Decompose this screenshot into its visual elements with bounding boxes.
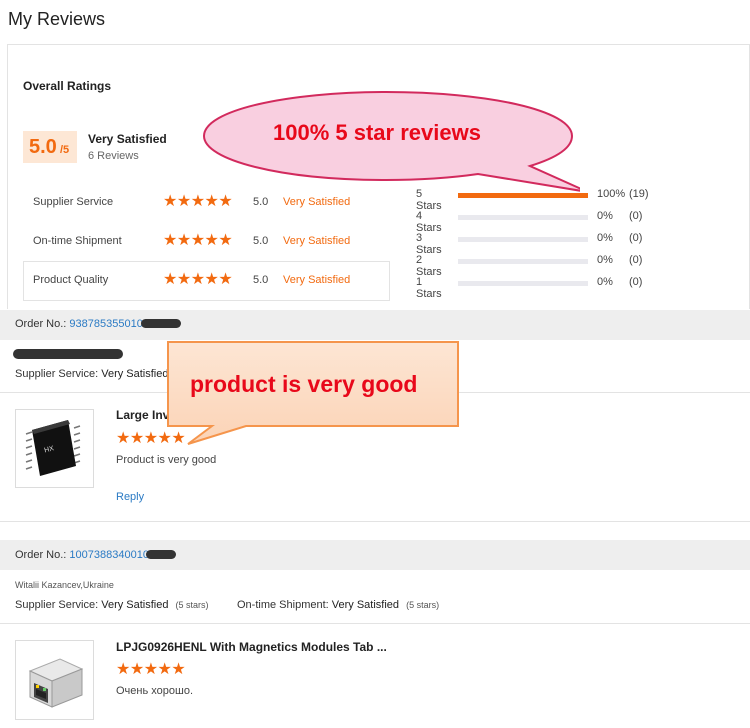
- distribution-percent: 0%: [597, 232, 613, 244]
- order-label: Order No.:: [15, 549, 67, 561]
- product-thumbnail[interactable]: HX: [15, 409, 94, 488]
- page-title: My Reviews: [8, 9, 106, 29]
- distribution-count: (0): [629, 210, 643, 222]
- shipment-value: Very Satisfied: [331, 599, 400, 611]
- overall-ratings-title: Overall Ratings: [23, 79, 112, 93]
- distribution-count: (0): [629, 276, 643, 288]
- callout-top-text: 100% 5 star reviews: [273, 120, 481, 145]
- order-header: Order No.: 938785355010: [0, 310, 750, 340]
- supplier-service-label: Supplier Service:: [15, 368, 99, 380]
- distribution-label: 1 Stars: [416, 276, 442, 300]
- reviewer-name: Witalii Kazancev,Ukraine: [15, 580, 114, 590]
- supplier-service-stars: (5 stars): [175, 600, 209, 610]
- redaction-mark: [146, 550, 176, 559]
- distribution-percent: 0%: [597, 254, 613, 266]
- transformer-chip-image: HX: [25, 420, 81, 476]
- shipment-meta: On-time Shipment: Very Satisfied (5 star…: [237, 599, 439, 611]
- callout-middle-text: product is very good: [190, 371, 418, 397]
- rating-row-shipment: On-time Shipment ★★★★★ 5.0 Very Satisfie…: [0, 233, 390, 253]
- review-text: Product is very good: [116, 454, 217, 466]
- order-number-link[interactable]: 938785355010: [69, 318, 142, 330]
- distribution-bar-track: [458, 281, 588, 286]
- rating-row-value: 5.0: [253, 235, 269, 247]
- star-rating-icon: ★★★★★: [163, 232, 233, 249]
- reply-link[interactable]: Reply: [116, 491, 144, 503]
- distribution-count: (0): [629, 232, 643, 244]
- order-number-label: Order No.: 1007388340010: [15, 549, 149, 561]
- divider: [0, 521, 750, 522]
- supplier-service-value: Very Satisfied: [101, 368, 169, 380]
- rating-row-label: On-time Shipment: [33, 235, 122, 247]
- redacted-reviewer: [13, 349, 123, 359]
- supplier-service-value: Very Satisfied: [101, 599, 169, 611]
- order-label: Order No.:: [15, 318, 67, 330]
- distribution-percent: 0%: [597, 276, 613, 288]
- distribution-bar-track: [458, 259, 588, 264]
- star-rating-icon: ★★★★★: [163, 271, 233, 288]
- star-rating-icon: ★★★★★: [116, 661, 186, 678]
- redaction-mark: [141, 319, 181, 328]
- review-text: Очень хорошо.: [116, 685, 193, 697]
- score-badge: 5.0 /5: [23, 131, 77, 163]
- product-title[interactable]: LPJG0926HENL With Magnetics Modules Tab …: [116, 640, 387, 654]
- product-thumbnail[interactable]: [15, 640, 94, 720]
- rating-row-label: Product Quality: [33, 274, 109, 286]
- distribution-label: 2 Stars: [416, 254, 442, 278]
- score-label: Very Satisfied: [88, 132, 167, 146]
- distribution-bar-track: [458, 237, 588, 242]
- rating-row-text: Very Satisfied: [283, 274, 351, 286]
- divider: [0, 623, 750, 624]
- rating-row-quality: Product Quality ★★★★★ 5.0 Very Satisfied: [0, 272, 390, 292]
- order-number-link[interactable]: 1007388340010: [69, 549, 149, 561]
- divider: [23, 300, 389, 301]
- rating-row-value: 5.0: [253, 274, 269, 286]
- order-number-label: Order No.: 938785355010: [15, 318, 143, 330]
- distribution-percent: 0%: [597, 210, 613, 222]
- product-title[interactable]: Large Inv: [116, 408, 169, 422]
- supplier-service-meta: Supplier Service: Very Satisfied (5 star…: [15, 599, 209, 611]
- order-header: Order No.: 1007388340010: [0, 540, 750, 570]
- distribution-percent: 100%: [597, 188, 626, 200]
- distribution-count: (0): [629, 254, 643, 266]
- distribution-count: (19): [629, 188, 649, 200]
- supplier-service-label: Supplier Service:: [15, 599, 99, 611]
- review-count: 6 Reviews: [88, 150, 139, 162]
- supplier-service-meta: Supplier Service: Very Satisfied: [15, 368, 168, 380]
- score-suffix: /5: [60, 144, 70, 156]
- shipment-label: On-time Shipment:: [237, 599, 329, 611]
- shipment-stars: (5 stars): [406, 600, 440, 610]
- divider: [23, 261, 389, 262]
- rating-row-text: Very Satisfied: [283, 235, 351, 247]
- rj45-jack-image: [28, 658, 84, 708]
- score-value: 5.0: [29, 136, 57, 158]
- distribution-bar-track: [458, 215, 588, 220]
- rating-row-label: Supplier Service: [33, 196, 114, 208]
- distribution-label: 4 Stars: [416, 210, 442, 234]
- distribution-label: 3 Stars: [416, 232, 442, 256]
